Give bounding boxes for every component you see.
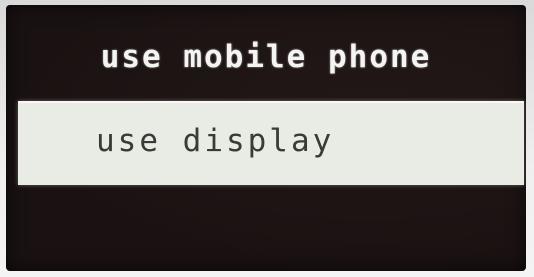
screen-title: use mobile phone bbox=[100, 39, 432, 75]
lcd-screen: use mobile phone use display bbox=[6, 5, 526, 271]
device-photo: use mobile phone use display bbox=[0, 0, 534, 277]
menu-item-label: use display bbox=[96, 123, 335, 159]
menu-item-use-display[interactable]: use display bbox=[18, 101, 524, 185]
